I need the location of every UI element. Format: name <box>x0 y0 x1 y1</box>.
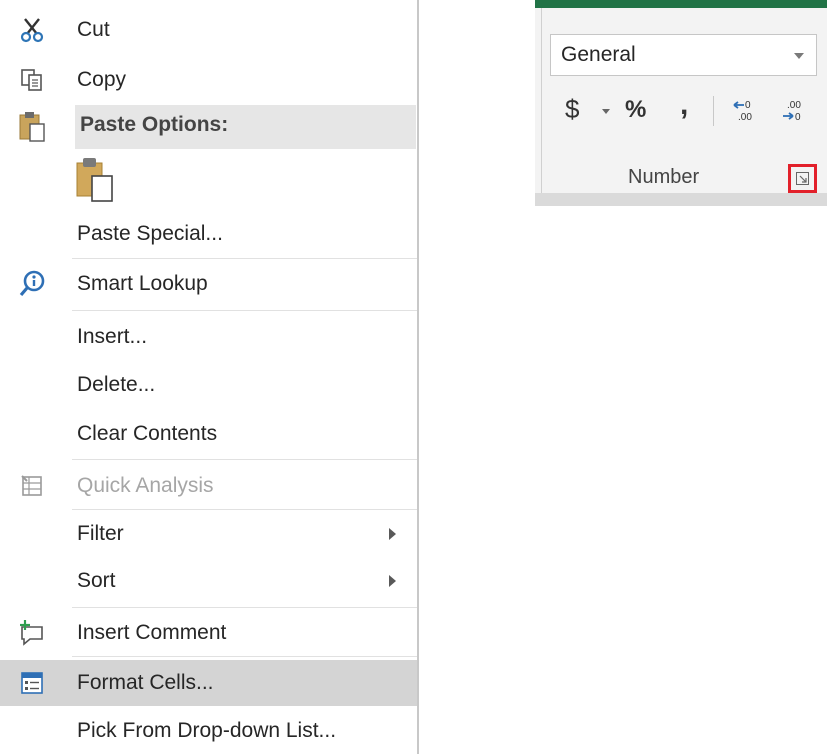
scissors-icon <box>18 16 46 44</box>
paste-button[interactable] <box>72 156 122 204</box>
new-comment-icon <box>18 619 46 647</box>
svg-text:0: 0 <box>795 112 801 123</box>
menu-label-insert: Insert... <box>77 325 148 348</box>
decrease-decimal-icon[interactable]: .00 0 <box>781 98 809 129</box>
menu-label-pick-from-list: Pick From Drop-down List... <box>77 719 337 742</box>
svg-text:0: 0 <box>745 100 751 111</box>
number-format-dropdown[interactable]: General <box>550 34 817 76</box>
smart-lookup-icon <box>18 270 46 298</box>
group-divider <box>541 8 542 193</box>
chevron-down-icon[interactable] <box>602 109 610 114</box>
svg-text:.00: .00 <box>787 100 801 111</box>
menu-item-format-cells[interactable]: Format Cells... <box>0 660 417 706</box>
quick-analysis-icon <box>18 472 46 500</box>
menu-item-insert[interactable]: Insert... <box>0 314 417 360</box>
context-menu: Cut Copy Paste Options: Paste Special...… <box>0 0 419 754</box>
ribbon-accent-bar <box>535 0 827 8</box>
ribbon-number-group: General $ % , 0 .00 .00 0 Number <box>535 0 827 206</box>
menu-item-smart-lookup[interactable]: Smart Lookup <box>0 261 417 307</box>
separator <box>72 656 417 657</box>
separator <box>72 607 417 608</box>
menu-item-copy[interactable]: Copy <box>0 57 417 103</box>
paste-clipboard-icon <box>76 158 113 202</box>
format-cells-icon <box>18 669 46 697</box>
menu-label-insert-comment: Insert Comment <box>77 621 227 644</box>
menu-label-quick-analysis: Quick Analysis <box>77 474 214 497</box>
menu-item-pick-from-list[interactable]: Pick From Drop-down List... <box>0 708 417 754</box>
clipboard-icon <box>17 111 47 143</box>
menu-label-format-cells: Format Cells... <box>77 671 214 694</box>
menu-label-sort: Sort <box>77 569 116 592</box>
menu-item-delete[interactable]: Delete... <box>0 362 417 408</box>
svg-text:.00: .00 <box>738 112 752 123</box>
separator <box>72 509 417 510</box>
menu-item-quick-analysis: Quick Analysis <box>0 463 417 509</box>
menu-item-insert-comment[interactable]: Insert Comment <box>0 610 417 656</box>
menu-label-clear-contents: Clear Contents <box>77 422 218 445</box>
menu-label-paste-special: Paste Special... <box>77 222 223 245</box>
menu-label-copy: Copy <box>77 68 127 91</box>
chevron-down-icon[interactable] <box>794 53 804 59</box>
increase-decimal-icon[interactable]: 0 .00 <box>732 98 760 129</box>
menu-label-cut: Cut <box>77 18 110 41</box>
separator <box>72 310 417 311</box>
group-label-number: Number <box>628 166 700 188</box>
comma-style-button[interactable]: , <box>680 88 688 122</box>
separator <box>72 459 417 460</box>
paste-options-header: Paste Options: <box>75 105 416 149</box>
percent-style-button[interactable]: % <box>625 96 646 124</box>
separator <box>72 258 417 259</box>
menu-item-paste-special[interactable]: Paste Special... <box>0 211 417 257</box>
divider <box>713 96 714 126</box>
submenu-arrow-icon <box>389 575 396 587</box>
menu-label-smart-lookup: Smart Lookup <box>77 272 208 295</box>
menu-item-cut[interactable]: Cut <box>0 7 417 53</box>
copy-icon <box>18 66 46 94</box>
ribbon-bottom-bar <box>535 193 827 206</box>
dialog-launcher-icon <box>796 172 809 185</box>
accounting-format-button[interactable]: $ <box>565 94 579 125</box>
menu-item-clear-contents[interactable]: Clear Contents <box>0 411 417 457</box>
menu-item-sort[interactable]: Sort <box>0 558 417 604</box>
submenu-arrow-icon <box>389 528 396 540</box>
paste-options-label: Paste Options: <box>80 113 229 136</box>
menu-label-filter: Filter <box>77 522 124 545</box>
number-format-value: General <box>561 43 636 66</box>
menu-label-delete: Delete... <box>77 373 156 396</box>
menu-item-filter[interactable]: Filter <box>0 511 417 557</box>
dialog-launcher-button[interactable] <box>788 164 817 193</box>
